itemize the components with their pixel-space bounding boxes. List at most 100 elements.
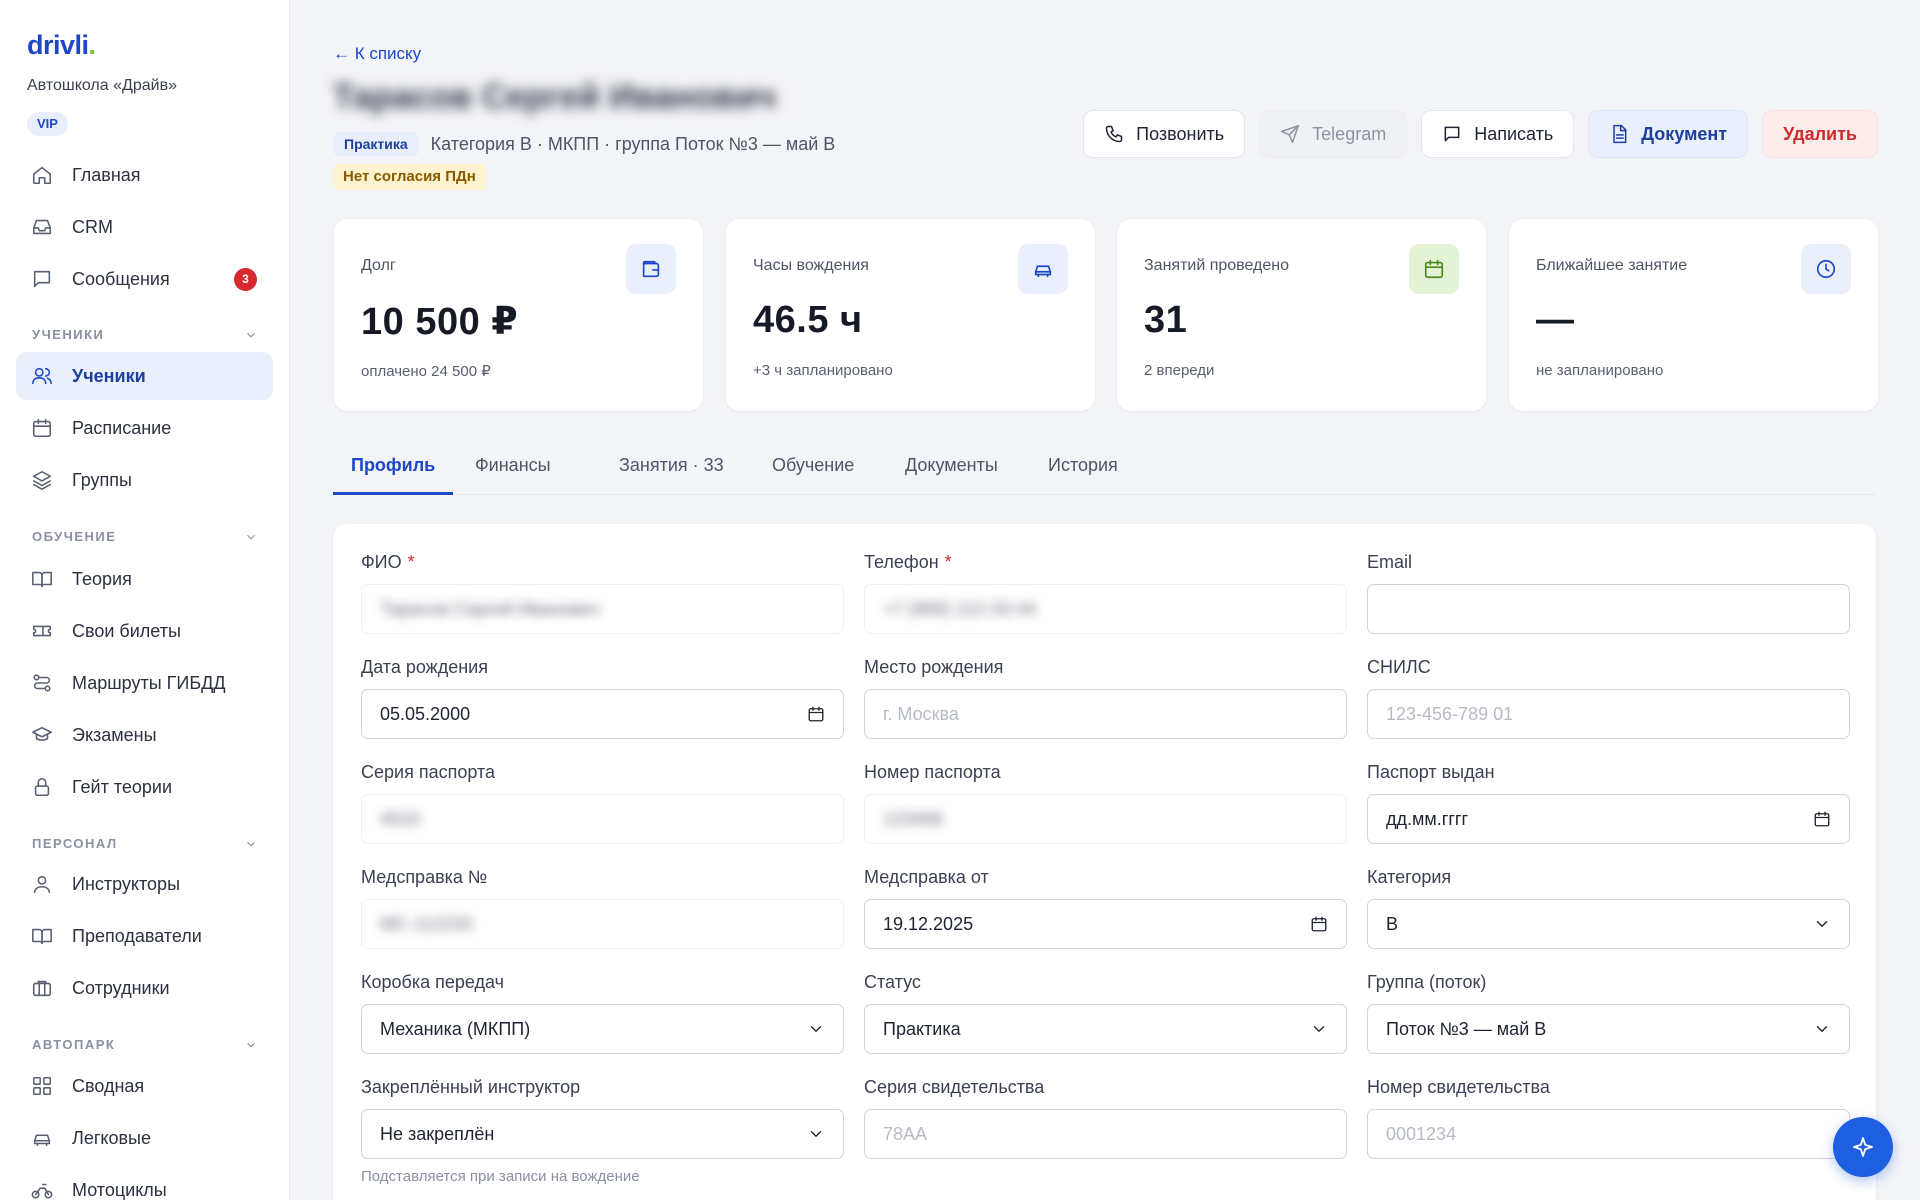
car-icon [1018, 244, 1068, 294]
sidebar-item-employees[interactable]: Сотрудники [16, 964, 273, 1012]
file-icon [1613, 124, 1627, 144]
tab-finance[interactable]: Финансы [457, 445, 569, 495]
write-button[interactable]: Написать [1421, 110, 1575, 158]
cert-number-input[interactable]: 0001234 [1367, 1109, 1850, 1159]
tab-documents[interactable]: Документы [887, 445, 1016, 495]
status-select[interactable]: Практика [864, 1004, 1347, 1054]
sidebar-item-students[interactable]: Ученики [16, 352, 273, 400]
snils-label: СНИЛС [1367, 657, 1431, 677]
route-icon [30, 671, 54, 695]
graduation-icon [30, 723, 54, 747]
calendar-icon [1311, 916, 1327, 932]
sidebar-item-instructors[interactable]: Инструкторы [16, 860, 273, 908]
med-number-label: Медсправка № [361, 867, 488, 887]
category-select[interactable]: B [1367, 899, 1850, 949]
plan-badge: VIP [27, 112, 68, 136]
sidebar: drivli. Автошкола «Драйв» VIP Главная CR… [0, 0, 290, 1200]
stat-card-next-lesson: Ближайшее занятие — не запланировано [1509, 219, 1878, 411]
student-meta-text: Категория B · МКПП · группа Поток №3 — м… [430, 133, 836, 154]
section-students[interactable]: УЧЕНИКИ [32, 327, 258, 342]
birth-date-input[interactable]: 05.05.2000 [361, 689, 844, 739]
snils-input[interactable]: 123-456-789 01 [1367, 689, 1850, 739]
back-to-list-link[interactable]: ← К списку [333, 44, 421, 64]
chevron-down-icon [1816, 1026, 1828, 1032]
med-date-label: Медсправка от [864, 867, 989, 887]
sidebar-item-theory-gate[interactable]: Гейт теории [16, 763, 273, 811]
sidebar-item-theory[interactable]: Теория [16, 555, 273, 603]
group-label: Группа (поток) [1367, 972, 1487, 992]
gearbox-select[interactable]: Механика (МКПП) [361, 1004, 844, 1054]
fio-input[interactable]: Тарасов Сергей Иванович [361, 584, 844, 634]
tab-profile[interactable]: Профиль [333, 445, 454, 495]
chevron-down-icon [1313, 1026, 1325, 1032]
instructor-label: Закреплённый инструктор [361, 1077, 581, 1097]
cert-series-input[interactable]: 78AA [864, 1109, 1347, 1159]
users-icon [30, 364, 54, 388]
instructor-select[interactable]: Не закреплён [361, 1109, 844, 1159]
chevron-down-icon [1816, 921, 1828, 927]
sidebar-item-summary[interactable]: Сводная [16, 1062, 273, 1110]
gearbox-label: Коробка передач [361, 972, 504, 992]
passport-issued-input[interactable]: дд.мм.гггг [1367, 794, 1850, 844]
passport-number-input[interactable]: 123456 [864, 794, 1347, 844]
birth-date-label: Дата рождения [361, 657, 488, 677]
fio-label: ФИО * [361, 552, 415, 572]
passport-series-input[interactable]: 4510 [361, 794, 844, 844]
sidebar-item-home[interactable]: Главная [16, 151, 273, 199]
message-icon [30, 267, 54, 291]
chevron-down-icon [247, 841, 255, 847]
student-meta: Практика Категория B · МКПП · группа Пот… [333, 132, 835, 156]
sidebar-item-routes[interactable]: Маршруты ГИБДД [16, 659, 273, 707]
consent-warning-badge: Нет согласия ПДн [333, 164, 486, 190]
cert-number-label: Номер свидетельства [1367, 1077, 1550, 1097]
telegram-button[interactable]: Telegram [1259, 110, 1408, 158]
sidebar-item-crm[interactable]: CRM [16, 203, 273, 251]
wallet-icon [626, 244, 676, 294]
document-button[interactable]: Документ [1588, 110, 1749, 158]
instructor-hint: Подставляется при записи на вождение [361, 1168, 640, 1185]
sidebar-item-schedule[interactable]: Расписание [16, 404, 273, 452]
chevron-down-icon [247, 534, 255, 540]
section-staff[interactable]: ПЕРСОНАЛ [32, 836, 258, 851]
sidebar-item-tickets[interactable]: Свои билеты [16, 607, 273, 655]
section-learning[interactable]: ОБУЧЕНИЕ [32, 529, 258, 544]
calendar-icon [808, 706, 824, 722]
sidebar-item-cars[interactable]: Легковые [16, 1114, 273, 1162]
sidebar-item-teachers[interactable]: Преподаватели [16, 912, 273, 960]
phone-input[interactable]: +7 (900) 112-33-44 [864, 584, 1347, 634]
delete-button[interactable]: Удалить [1762, 110, 1878, 158]
motorcycle-icon [30, 1178, 54, 1200]
group-select[interactable]: Поток №3 — май B [1367, 1004, 1850, 1054]
status-label: Статус [864, 972, 921, 992]
email-input[interactable] [1367, 584, 1850, 634]
action-bar: Позвонить Telegram Написать Документ Уда… [1083, 110, 1878, 158]
stat-card-lessons: Занятий проведено 31 2 впереди [1117, 219, 1486, 411]
sidebar-item-exams[interactable]: Экзамены [16, 711, 273, 759]
med-number-input[interactable]: МС-112233 [361, 899, 844, 949]
phone-icon [1105, 125, 1123, 143]
sidebar-item-motorcycles[interactable]: Мотоциклы [16, 1166, 273, 1200]
sidebar-item-messages[interactable]: Сообщения 3 [16, 255, 273, 303]
layers-icon [30, 468, 54, 492]
calendar-icon [1409, 244, 1459, 294]
book-icon [30, 567, 54, 591]
clock-icon [1801, 244, 1851, 294]
ai-assistant-button[interactable] [1833, 1117, 1893, 1177]
tab-lessons[interactable]: Занятия · 33 [601, 445, 742, 495]
birth-place-input[interactable]: г. Москва [864, 689, 1347, 739]
sidebar-item-groups[interactable]: Группы [16, 456, 273, 504]
status-badge: Практика [333, 132, 419, 156]
email-label: Email [1367, 552, 1413, 572]
stat-card-debt: Долг 10 500 ₽ оплачено 24 500 ₽ [334, 219, 703, 411]
tab-learning[interactable]: Обучение [754, 445, 872, 495]
call-button[interactable]: Позвонить [1083, 110, 1246, 158]
calendar-icon [30, 416, 54, 440]
app-logo[interactable]: drivli. [27, 30, 96, 61]
section-fleet[interactable]: АВТОПАРК [32, 1037, 258, 1052]
med-date-input[interactable]: 19.12.2025 [864, 899, 1347, 949]
send-icon [1281, 124, 1300, 144]
home-icon [30, 163, 54, 187]
passport-issued-label: Паспорт выдан [1367, 762, 1495, 782]
school-name: Автошкола «Драйв» [27, 77, 177, 94]
tab-history[interactable]: История [1030, 445, 1136, 495]
